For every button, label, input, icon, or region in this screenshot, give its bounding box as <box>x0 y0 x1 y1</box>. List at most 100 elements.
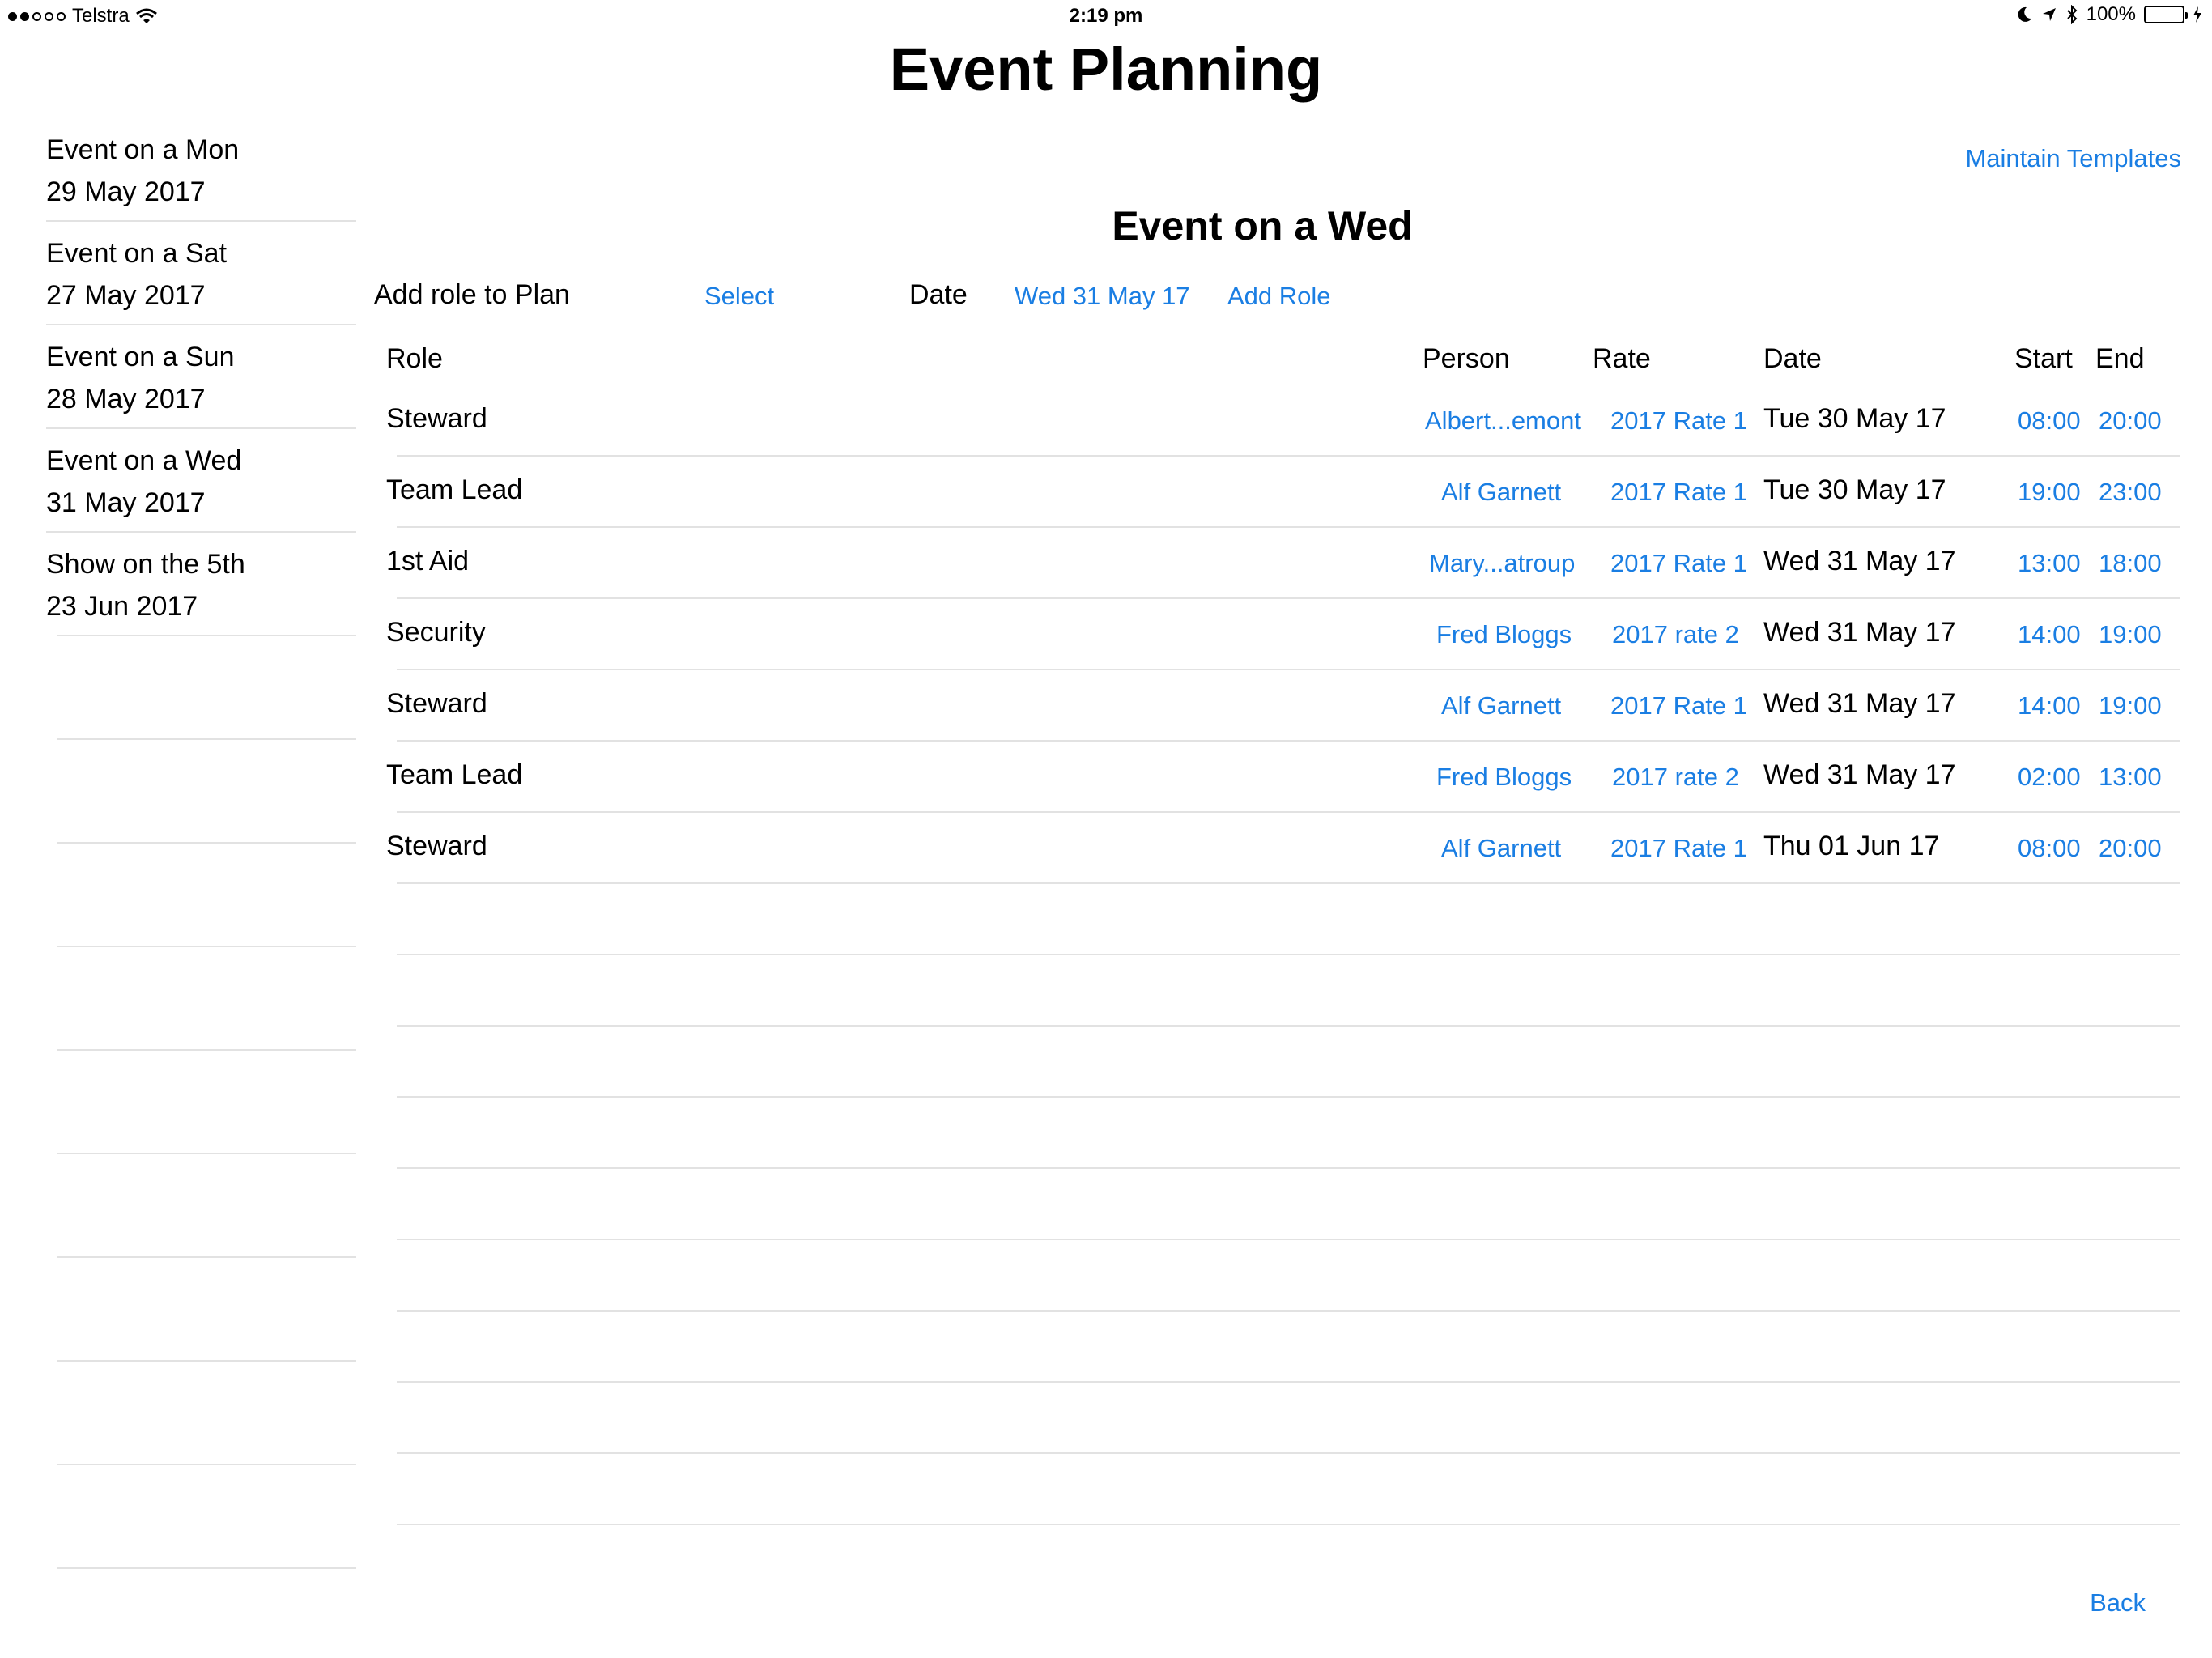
rate-button[interactable]: 2017 Rate 1 <box>1610 691 1747 721</box>
role-cell: Steward <box>386 403 487 434</box>
person-button[interactable]: Alf Garnett <box>1441 834 1561 863</box>
table-row[interactable]: Team Lead Alf Garnett 2017 Rate 1 Tue 30… <box>356 458 2180 529</box>
start-time-button[interactable]: 13:00 <box>2018 549 2081 578</box>
rate-button[interactable]: 2017 Rate 1 <box>1610 834 1747 863</box>
end-time-button[interactable]: 13:00 <box>2099 763 2162 792</box>
sidebar-item-title: Show on the 5th <box>46 549 245 580</box>
rate-button[interactable]: 2017 rate 2 <box>1612 620 1739 649</box>
sidebar-separator <box>46 531 356 533</box>
sidebar-item-title: Event on a Wed <box>46 445 242 476</box>
role-cell: Steward <box>386 688 487 719</box>
row-separator <box>397 1310 2180 1312</box>
add-role-button[interactable]: Add Role <box>1227 282 1331 311</box>
table-row[interactable]: Steward Albert...emont 2017 Rate 1 Tue 3… <box>356 387 2180 458</box>
status-right: 100% <box>2017 3 2202 26</box>
row-separator <box>397 1452 2180 1454</box>
sidebar-separator <box>57 738 356 740</box>
column-header-role: Role <box>386 343 443 374</box>
table-row[interactable]: Steward Alf Garnett 2017 Rate 1 Wed 31 M… <box>356 672 2180 743</box>
date-cell: Thu 01 Jun 17 <box>1763 831 1940 861</box>
end-time-button[interactable]: 18:00 <box>2099 549 2162 578</box>
row-separator <box>397 1239 2180 1240</box>
table-row[interactable]: Security Fred Bloggs 2017 rate 2 Wed 31 … <box>356 601 2180 672</box>
select-role-button[interactable]: Select <box>704 282 774 311</box>
date-cell: Wed 31 May 17 <box>1763 617 1956 648</box>
sidebar-item-event-mon[interactable]: Event on a Mon 29 May 2017 <box>0 120 356 223</box>
date-cell: Wed 31 May 17 <box>1763 759 1956 790</box>
sidebar-separator <box>57 1256 356 1258</box>
date-cell: Wed 31 May 17 <box>1763 688 1956 719</box>
role-cell: 1st Aid <box>386 546 470 576</box>
rate-button[interactable]: 2017 Rate 1 <box>1610 549 1747 578</box>
row-separator <box>397 740 2180 742</box>
app-title: Event Planning <box>889 36 1323 103</box>
moon-icon <box>2018 6 2031 22</box>
date-cell: Wed 31 May 17 <box>1763 546 1956 576</box>
end-time-button[interactable]: 23:00 <box>2099 478 2162 507</box>
location-arrow-icon <box>2042 8 2056 21</box>
table-row[interactable]: 1st Aid Mary...atroup 2017 Rate 1 Wed 31… <box>356 529 2180 601</box>
sidebar-item-date: 31 May 2017 <box>46 487 206 518</box>
person-button[interactable]: Alf Garnett <box>1441 691 1561 721</box>
maintain-templates-button[interactable]: Maintain Templates <box>1965 144 2181 173</box>
row-separator <box>397 1096 2180 1098</box>
sidebar-separator <box>57 1049 356 1051</box>
role-cell: Security <box>386 617 486 648</box>
start-time-button[interactable]: 08:00 <box>2018 834 2081 863</box>
row-separator <box>397 954 2180 955</box>
sidebar-item-date: 28 May 2017 <box>46 384 206 414</box>
rate-button[interactable]: 2017 rate 2 <box>1612 763 1739 792</box>
date-cell: Tue 30 May 17 <box>1763 403 1946 434</box>
sidebar-separator <box>46 220 356 222</box>
sidebar-separator <box>57 635 356 636</box>
person-button[interactable]: Albert...emont <box>1425 406 1581 436</box>
person-button[interactable]: Fred Bloggs <box>1436 620 1572 649</box>
end-time-button[interactable]: 19:00 <box>2099 620 2162 649</box>
end-time-button[interactable]: 19:00 <box>2099 691 2162 721</box>
sidebar-item-title: Event on a Mon <box>46 134 240 165</box>
column-header-start: Start <box>2014 343 2073 374</box>
sidebar-item-date: 29 May 2017 <box>46 176 206 207</box>
sidebar-separator <box>57 1464 356 1465</box>
sidebar-item-event-sat[interactable]: Event on a Sat 27 May 2017 <box>0 223 356 327</box>
charging-bolt-icon <box>2193 6 2201 23</box>
row-separator <box>397 1167 2180 1169</box>
date-label: Date <box>909 279 968 310</box>
start-time-button[interactable]: 08:00 <box>2018 406 2081 436</box>
person-button[interactable]: Fred Bloggs <box>1436 763 1572 792</box>
back-button[interactable]: Back <box>2090 1588 2146 1618</box>
start-time-button[interactable]: 14:00 <box>2018 691 2081 721</box>
sidebar-separator <box>57 946 356 947</box>
battery-percentage: 100% <box>2086 3 2136 25</box>
date-cell: Tue 30 May 17 <box>1763 474 1946 505</box>
sidebar-separator <box>46 324 356 325</box>
start-time-button[interactable]: 02:00 <box>2018 763 2081 792</box>
table-row[interactable]: Steward Alf Garnett 2017 Rate 1 Thu 01 J… <box>356 814 2180 886</box>
row-separator <box>397 1524 2180 1525</box>
sidebar-separator <box>57 1153 356 1154</box>
start-time-button[interactable]: 14:00 <box>2018 620 2081 649</box>
row-separator <box>397 1025 2180 1027</box>
end-time-button[interactable]: 20:00 <box>2099 406 2162 436</box>
battery-icon <box>2144 6 2188 23</box>
start-time-button[interactable]: 19:00 <box>2018 478 2081 507</box>
person-button[interactable]: Mary...atroup <box>1429 549 1575 578</box>
row-separator <box>397 1381 2180 1383</box>
sidebar-item-event-wed[interactable]: Event on a Wed 31 May 2017 <box>0 431 356 534</box>
sidebar-item-date: 27 May 2017 <box>46 280 206 311</box>
row-separator <box>397 455 2180 457</box>
sidebar-item-event-sun[interactable]: Event on a Sun 28 May 2017 <box>0 327 356 431</box>
sidebar-item-show-5th[interactable]: Show on the 5th 23 Jun 2017 <box>0 534 356 638</box>
table-row[interactable]: Team Lead Fred Bloggs 2017 rate 2 Wed 31… <box>356 743 2180 814</box>
end-time-button[interactable]: 20:00 <box>2099 834 2162 863</box>
section-title: Event on a Wed <box>1112 203 1413 249</box>
rate-button[interactable]: 2017 Rate 1 <box>1610 478 1747 507</box>
sidebar-item-title: Event on a Sat <box>46 238 228 269</box>
row-separator <box>397 526 2180 528</box>
sidebar-separator <box>46 427 356 429</box>
person-button[interactable]: Alf Garnett <box>1441 478 1561 507</box>
rate-button[interactable]: 2017 Rate 1 <box>1610 406 1747 436</box>
row-separator <box>397 811 2180 813</box>
row-separator <box>397 597 2180 599</box>
date-picker-button[interactable]: Wed 31 May 17 <box>1015 282 1190 311</box>
